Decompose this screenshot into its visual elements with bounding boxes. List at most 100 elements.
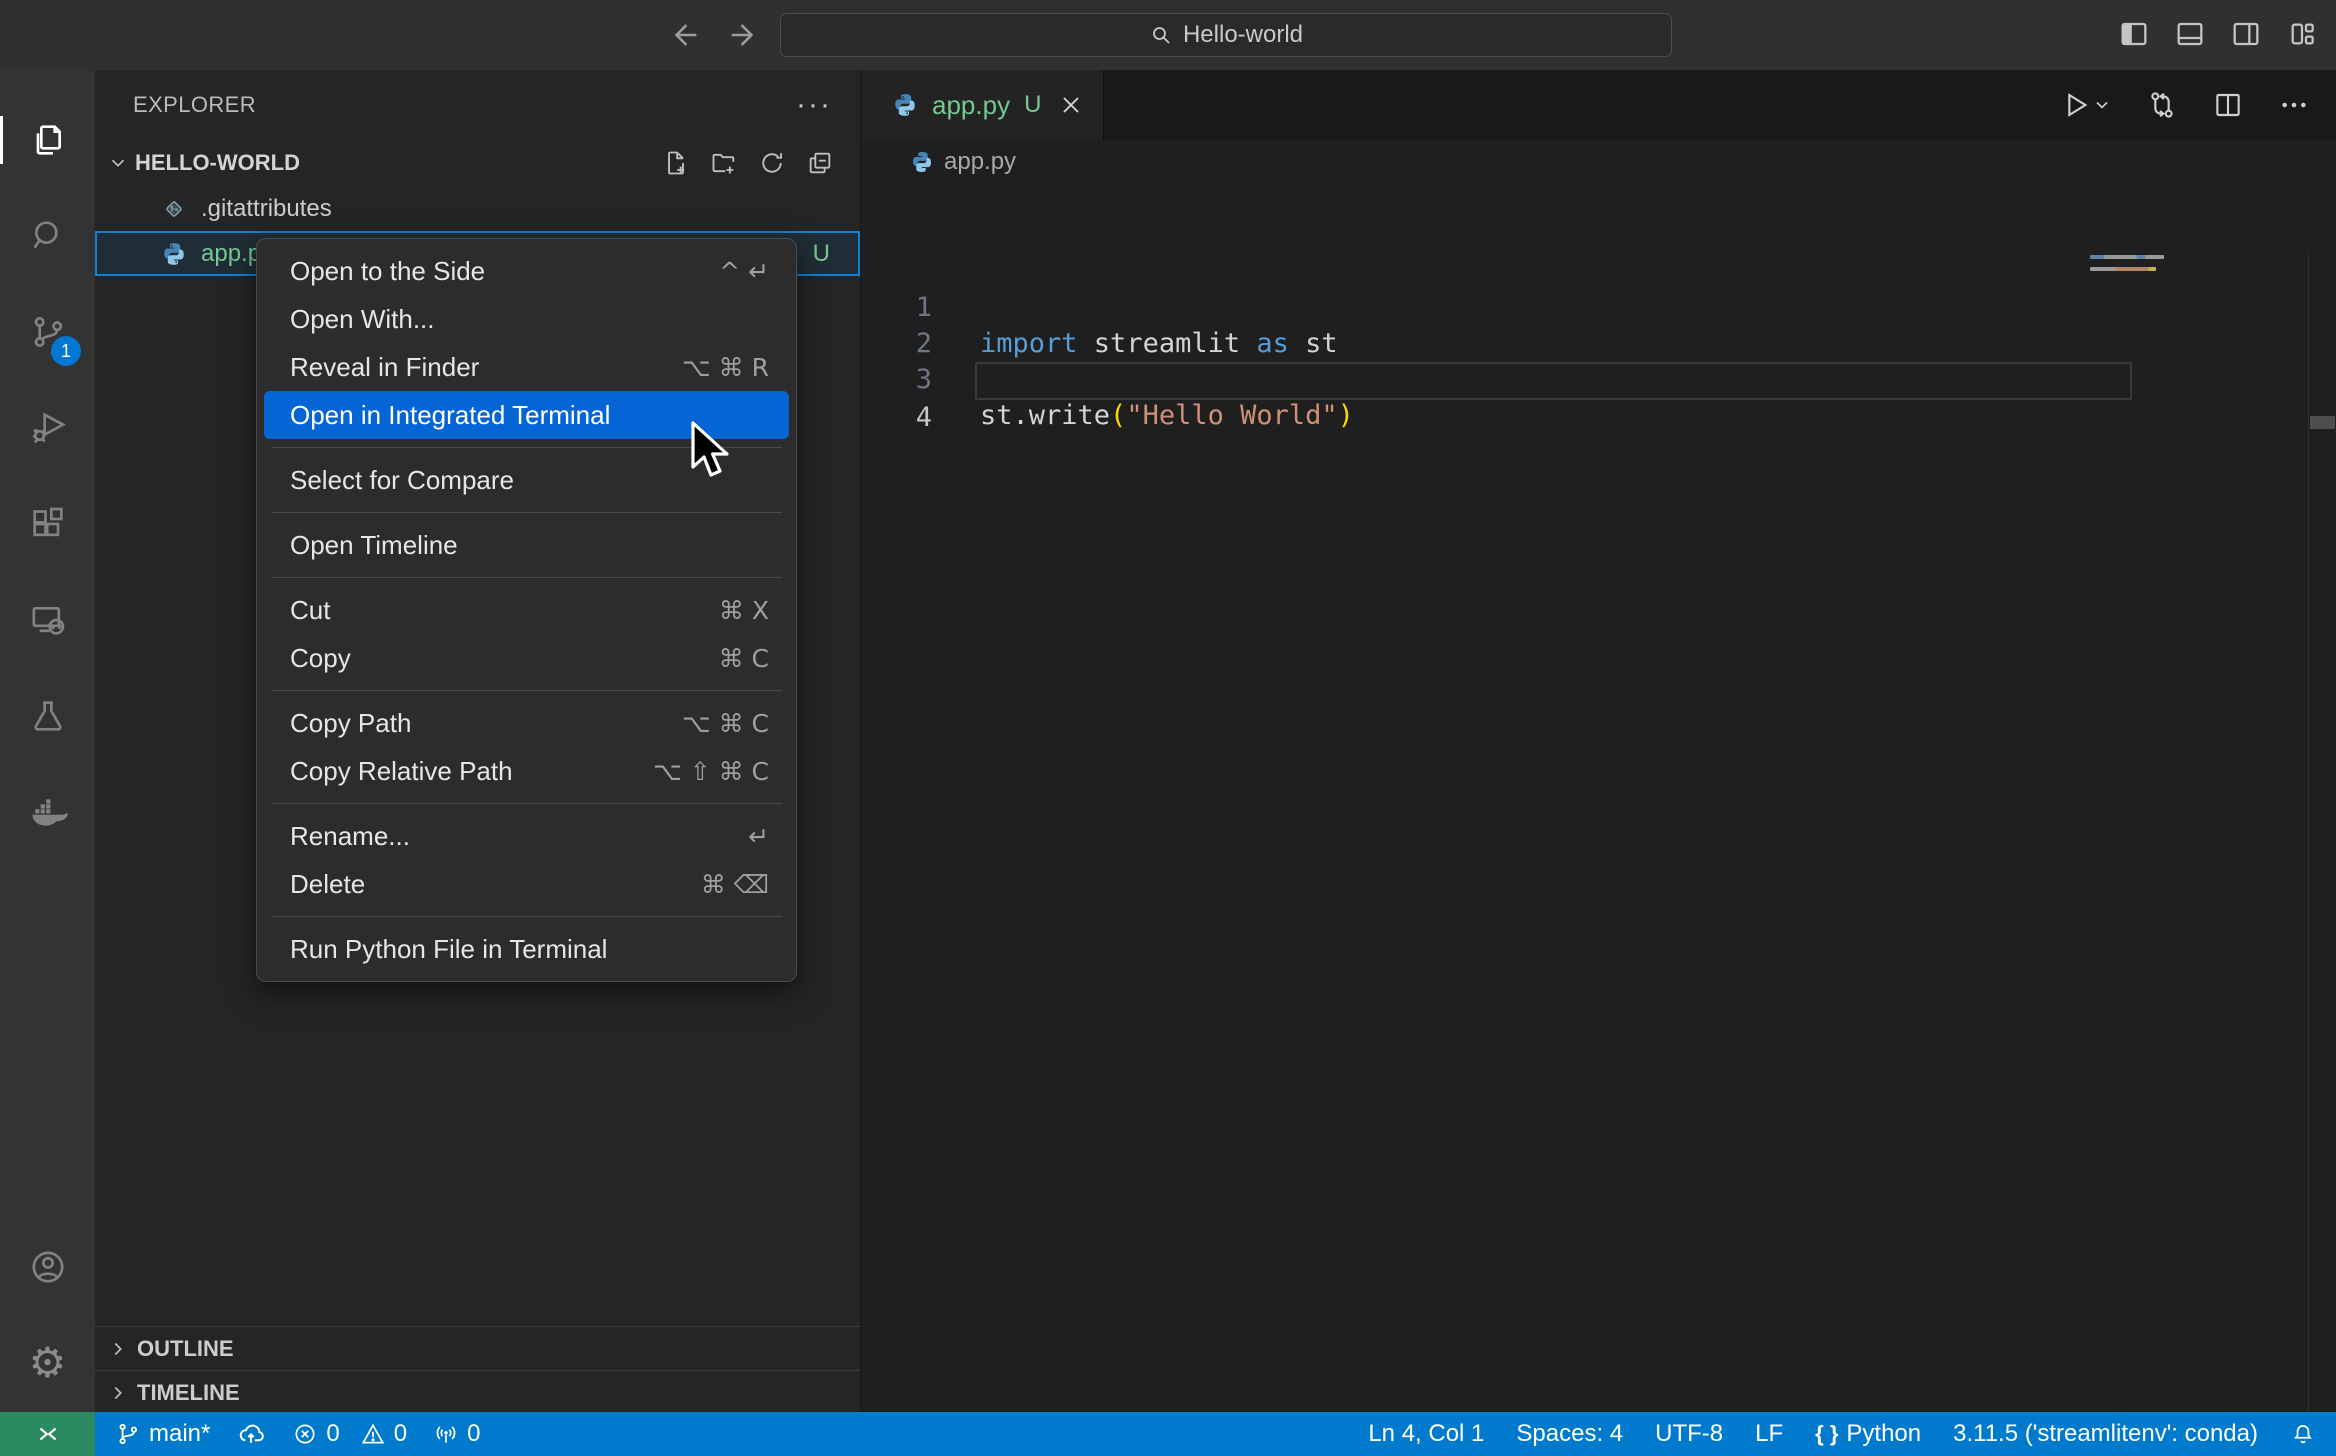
collapse-folders-icon[interactable] bbox=[806, 149, 834, 177]
minimap[interactable] bbox=[2090, 253, 2180, 293]
explorer-more-actions-icon[interactable]: ··· bbox=[796, 100, 832, 110]
sidebar-item-extensions[interactable] bbox=[0, 476, 95, 572]
sidebar-item-docker[interactable] bbox=[0, 764, 95, 860]
activity-bar: 1 ⚙ bbox=[0, 70, 95, 1413]
cursor-position-status[interactable]: Ln 4, Col 1 bbox=[1368, 1420, 1484, 1448]
menu-separator bbox=[271, 690, 782, 691]
menu-item-cut[interactable]: Cut⌘ X bbox=[264, 586, 789, 634]
sidebar-item-explorer[interactable] bbox=[0, 92, 95, 188]
files-icon bbox=[28, 120, 68, 160]
open-changes-icon[interactable] bbox=[2146, 89, 2178, 121]
toggle-panel-icon[interactable] bbox=[2174, 18, 2206, 50]
toggle-primary-sidebar-icon[interactable] bbox=[2118, 18, 2150, 50]
menu-separator bbox=[271, 577, 782, 578]
menu-item-delete[interactable]: Delete⌘ ⌫ bbox=[264, 860, 789, 908]
menu-item-run-python-file-in-terminal[interactable]: Run Python File in Terminal bbox=[264, 925, 789, 973]
status-bar: main* 0 0 0 Ln 4, Col 1 Spaces: 4 UTF-8 … bbox=[0, 1412, 2336, 1456]
new-folder-icon[interactable] bbox=[710, 149, 738, 177]
branch-status[interactable]: main* bbox=[115, 1420, 210, 1448]
menu-item-reveal-in-finder[interactable]: Reveal in Finder⌥ ⌘ R bbox=[264, 343, 789, 391]
file-row-gitattributes[interactable]: .gitattributes bbox=[95, 186, 860, 231]
sidebar-item-run-debug[interactable] bbox=[0, 380, 95, 476]
menu-item-shortcut: ^ ↵ bbox=[719, 257, 769, 286]
encoding-status[interactable]: UTF-8 bbox=[1655, 1420, 1723, 1448]
menu-item-shortcut: ⌥ ⌘ C bbox=[682, 709, 769, 738]
menu-separator bbox=[271, 512, 782, 513]
folder-name: HELLO-WORLD bbox=[135, 150, 300, 176]
menu-item-copy[interactable]: Copy⌘ C bbox=[264, 634, 789, 682]
python-icon bbox=[161, 241, 187, 267]
menu-item-shortcut: ⌘ ⌫ bbox=[701, 870, 769, 899]
menu-separator bbox=[271, 916, 782, 917]
chevron-down-icon bbox=[2092, 95, 2112, 115]
python-icon bbox=[892, 92, 918, 118]
sidebar-item-search[interactable] bbox=[0, 188, 95, 284]
menu-item-label: Copy Path bbox=[290, 708, 411, 739]
gear-icon: ⚙ bbox=[29, 1342, 67, 1384]
context-menu: Open to the Side^ ↵Open With...Reveal in… bbox=[256, 238, 797, 982]
tab-bar: app.py U bbox=[862, 70, 2336, 140]
notifications-bell[interactable] bbox=[2290, 1421, 2316, 1447]
remote-indicator[interactable] bbox=[0, 1412, 95, 1456]
timeline-section-header[interactable]: TIMELINE bbox=[95, 1370, 860, 1414]
chevron-right-icon bbox=[107, 1338, 129, 1360]
remote-explorer-icon bbox=[28, 600, 68, 640]
language-mode-status[interactable]: { } Python bbox=[1815, 1420, 1921, 1448]
tab-app-py[interactable]: app.py U bbox=[862, 70, 1104, 140]
warning-icon bbox=[360, 1421, 386, 1447]
outline-section-header[interactable]: OUTLINE bbox=[95, 1326, 860, 1370]
timeline-label: TIMELINE bbox=[137, 1380, 240, 1406]
sidebar-item-source-control[interactable]: 1 bbox=[0, 284, 95, 380]
menu-item-copy-relative-path[interactable]: Copy Relative Path⌥ ⇧ ⌘ C bbox=[264, 747, 789, 795]
scrollbar-handle[interactable] bbox=[2310, 416, 2335, 429]
git-icon bbox=[161, 196, 187, 222]
account-icon bbox=[28, 1247, 68, 1287]
forwarded-ports-status[interactable]: 0 bbox=[433, 1420, 480, 1448]
title-bar: Hello-world bbox=[0, 0, 2336, 70]
eol-status[interactable]: LF bbox=[1755, 1420, 1783, 1448]
menu-item-label: Cut bbox=[290, 595, 330, 626]
braces-icon: { } bbox=[1815, 1421, 1838, 1447]
command-center-search[interactable]: Hello-world bbox=[780, 13, 1672, 57]
navigate-back-icon[interactable] bbox=[668, 18, 702, 52]
more-actions-icon[interactable] bbox=[2278, 89, 2310, 121]
code-editor[interactable]: 1 import streamlit as st 2 3 st.write("H… bbox=[862, 183, 2336, 1413]
accounts-button[interactable] bbox=[0, 1219, 95, 1315]
sidebar-item-remote-explorer[interactable] bbox=[0, 572, 95, 668]
folder-header[interactable]: HELLO-WORLD bbox=[95, 140, 860, 186]
explorer-title: EXPLORER bbox=[133, 92, 256, 118]
refresh-icon[interactable] bbox=[758, 149, 786, 177]
python-interpreter-status[interactable]: 3.11.5 ('streamlitenv': conda) bbox=[1953, 1420, 2258, 1448]
menu-item-open-to-the-side[interactable]: Open to the Side^ ↵ bbox=[264, 247, 789, 295]
indentation-status[interactable]: Spaces: 4 bbox=[1516, 1420, 1623, 1448]
menu-item-open-timeline[interactable]: Open Timeline bbox=[264, 521, 789, 569]
menu-item-label: Copy Relative Path bbox=[290, 756, 513, 787]
menu-item-open-with[interactable]: Open With... bbox=[264, 295, 789, 343]
new-file-icon[interactable] bbox=[662, 149, 690, 177]
navigate-forward-icon[interactable] bbox=[726, 18, 760, 52]
close-icon[interactable] bbox=[1059, 93, 1083, 117]
scrollbar[interactable] bbox=[2308, 253, 2336, 1456]
toggle-secondary-sidebar-icon[interactable] bbox=[2230, 18, 2262, 50]
settings-button[interactable]: ⚙ bbox=[0, 1315, 95, 1411]
problems-status[interactable]: 0 0 bbox=[292, 1420, 407, 1448]
breadcrumb[interactable]: app.py bbox=[862, 140, 2336, 183]
menu-item-label: Reveal in Finder bbox=[290, 352, 479, 383]
bell-icon bbox=[2290, 1421, 2316, 1447]
run-python-button[interactable] bbox=[2060, 89, 2112, 121]
warning-count: 0 bbox=[394, 1420, 407, 1448]
menu-item-copy-path[interactable]: Copy Path ⌥ ⌘ C bbox=[264, 699, 789, 747]
branch-name: main* bbox=[149, 1420, 210, 1448]
source-control-badge: 1 bbox=[51, 336, 81, 366]
docker-icon bbox=[26, 790, 70, 834]
python-icon bbox=[910, 150, 934, 174]
beaker-icon bbox=[28, 696, 68, 736]
error-count: 0 bbox=[326, 1420, 339, 1448]
publish-changes-button[interactable] bbox=[236, 1419, 266, 1449]
menu-separator bbox=[271, 803, 782, 804]
customize-layout-icon[interactable] bbox=[2286, 18, 2318, 50]
error-icon bbox=[292, 1421, 318, 1447]
split-editor-icon[interactable] bbox=[2212, 89, 2244, 121]
sidebar-item-testing[interactable] bbox=[0, 668, 95, 764]
menu-item-rename[interactable]: Rename...↵ bbox=[264, 812, 789, 860]
